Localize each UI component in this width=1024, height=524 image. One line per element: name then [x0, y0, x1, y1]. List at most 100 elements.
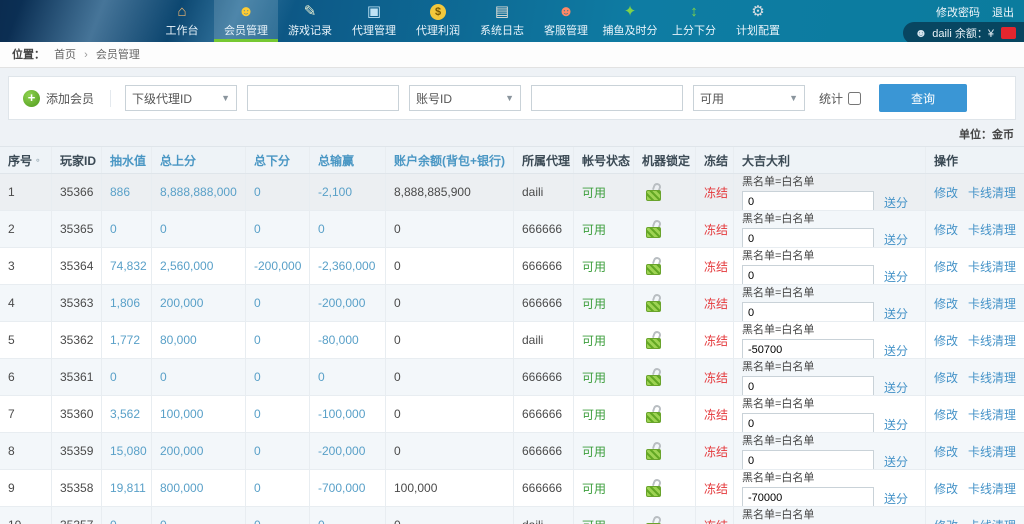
account-id-select[interactable]: 账号ID ▼ [409, 85, 521, 111]
send-score-link[interactable]: 送分 [884, 268, 908, 285]
clear-line-link[interactable]: 卡线清理 [968, 332, 1016, 349]
nav-item-label: 捕鱼及时分 [603, 22, 658, 38]
score-amount-input[interactable] [742, 265, 874, 284]
clear-line-link[interactable]: 卡线清理 [968, 443, 1016, 460]
unlock-icon[interactable] [646, 331, 662, 349]
edit-link[interactable]: 修改 [934, 443, 958, 460]
freeze-link[interactable]: 冻结 [704, 221, 728, 238]
clear-line-link[interactable]: 卡线清理 [968, 258, 1016, 275]
column-header[interactable]: 总输赢 [310, 147, 386, 173]
unlock-icon[interactable] [646, 442, 662, 460]
unlock-icon[interactable] [646, 516, 662, 524]
total-score-up: 200,000 [152, 285, 246, 321]
edit-link[interactable]: 修改 [934, 295, 958, 312]
add-member-button[interactable]: + 添加会员 [17, 90, 111, 107]
nav-item-score-up-down[interactable]: ↕上分下分 [662, 0, 726, 42]
clear-line-link[interactable]: 卡线清理 [968, 295, 1016, 312]
clear-line-link[interactable]: 卡线清理 [968, 517, 1016, 524]
rake-value: 3,562 [102, 396, 152, 432]
edit-link[interactable]: 修改 [934, 406, 958, 423]
unlock-icon[interactable] [646, 220, 662, 238]
nav-item-agent-profit[interactable]: $代理利润 [406, 0, 470, 42]
score-amount-input[interactable] [742, 376, 874, 395]
send-score-link[interactable]: 送分 [884, 194, 908, 211]
edit-link[interactable]: 修改 [934, 221, 958, 238]
change-password-link[interactable]: 修改密码 [936, 4, 980, 20]
nav-item-plan-config[interactable]: ⚙计划配置 [726, 0, 790, 42]
total-win-loss: 0 [310, 507, 386, 524]
unlock-icon[interactable] [646, 183, 662, 201]
system-log-icon: ▤ [495, 4, 509, 20]
machine-lock-cell [634, 322, 696, 358]
agent-id-input[interactable] [247, 85, 399, 111]
edit-link[interactable]: 修改 [934, 369, 958, 386]
clear-line-link[interactable]: 卡线清理 [968, 369, 1016, 386]
unlock-icon[interactable] [646, 257, 662, 275]
send-score-link[interactable]: 送分 [884, 305, 908, 322]
score-amount-input[interactable] [742, 191, 874, 210]
edit-link[interactable]: 修改 [934, 184, 958, 201]
status-select[interactable]: 可用 ▼ [693, 85, 805, 111]
clear-line-link[interactable]: 卡线清理 [968, 406, 1016, 423]
column-header[interactable]: 抽水值 [102, 147, 152, 173]
edit-link[interactable]: 修改 [934, 332, 958, 349]
breadcrumb-home[interactable]: 首页 [54, 49, 76, 61]
score-amount-input[interactable] [742, 413, 874, 432]
send-score-link[interactable]: 送分 [884, 490, 908, 507]
freeze-link[interactable]: 冻结 [704, 295, 728, 312]
stats-checkbox[interactable] [848, 92, 861, 105]
unlock-icon[interactable] [646, 368, 662, 386]
sort-icon[interactable]: ∘ [35, 155, 41, 166]
lucky-input-row: 送分 [742, 265, 908, 284]
column-header: 冻结 [696, 147, 734, 173]
nav-item-support-mgmt[interactable]: ☻客服管理 [534, 0, 598, 42]
account-balance-pill[interactable]: ☻ daili 余额：¥ [903, 22, 1024, 42]
freeze-link[interactable]: 冻结 [704, 258, 728, 275]
column-header[interactable]: 账户余额(背包+银行) [386, 147, 514, 173]
send-score-link[interactable]: 送分 [884, 416, 908, 433]
freeze-link[interactable]: 冻结 [704, 480, 728, 497]
score-amount-input[interactable] [742, 450, 874, 469]
clear-line-link[interactable]: 卡线清理 [968, 184, 1016, 201]
edit-link[interactable]: 修改 [934, 480, 958, 497]
score-amount-input[interactable] [742, 302, 874, 321]
logout-link[interactable]: 退出 [992, 4, 1014, 20]
freeze-link[interactable]: 冻结 [704, 184, 728, 201]
score-amount-input[interactable] [742, 339, 874, 358]
search-button[interactable]: 查询 [879, 84, 967, 112]
send-score-link[interactable]: 送分 [884, 231, 908, 248]
unlock-icon[interactable] [646, 294, 662, 312]
freeze-link[interactable]: 冻结 [704, 406, 728, 423]
column-header[interactable]: 总下分 [246, 147, 310, 173]
nav-item-member-mgmt[interactable]: ☻会员管理 [214, 0, 278, 42]
score-amount-input[interactable] [742, 487, 874, 506]
actions-cell: 修改卡线清理 [926, 470, 1024, 506]
nav-item-game-records[interactable]: ✎游戏记录 [278, 0, 342, 42]
unlock-icon[interactable] [646, 479, 662, 497]
freeze-link[interactable]: 冻结 [704, 517, 728, 524]
account-id-input[interactable] [531, 85, 683, 111]
total-score-up: 8,888,888,000 [152, 174, 246, 210]
clear-line-link[interactable]: 卡线清理 [968, 221, 1016, 238]
nav-item-agent-mgmt[interactable]: ▣代理管理 [342, 0, 406, 42]
column-header[interactable]: 总上分 [152, 147, 246, 173]
edit-link[interactable]: 修改 [934, 258, 958, 275]
clear-line-link[interactable]: 卡线清理 [968, 480, 1016, 497]
send-score-link[interactable]: 送分 [884, 453, 908, 470]
lucky-input-row: 送分 [742, 191, 908, 210]
freeze-link[interactable]: 冻结 [704, 369, 728, 386]
nav-item-workbench[interactable]: ⌂工作台 [150, 0, 214, 42]
agent-id-select[interactable]: 下级代理ID ▼ [125, 85, 237, 111]
unlock-icon[interactable] [646, 405, 662, 423]
lucky-cell: 黑名单=白名单送分 [734, 248, 926, 284]
lucky-cell: 黑名单=白名单送分 [734, 174, 926, 210]
send-score-link[interactable]: 送分 [884, 342, 908, 359]
send-score-link[interactable]: 送分 [884, 379, 908, 396]
nav-item-system-log[interactable]: ▤系统日志 [470, 0, 534, 42]
freeze-link[interactable]: 冻结 [704, 443, 728, 460]
nav-item-fishing-score[interactable]: ✦捕鱼及时分 [598, 0, 662, 42]
edit-link[interactable]: 修改 [934, 517, 958, 524]
table-row: 63536100000666666可用冻结黑名单=白名单送分修改卡线清理 [0, 359, 1024, 396]
freeze-link[interactable]: 冻结 [704, 332, 728, 349]
score-amount-input[interactable] [742, 228, 874, 247]
